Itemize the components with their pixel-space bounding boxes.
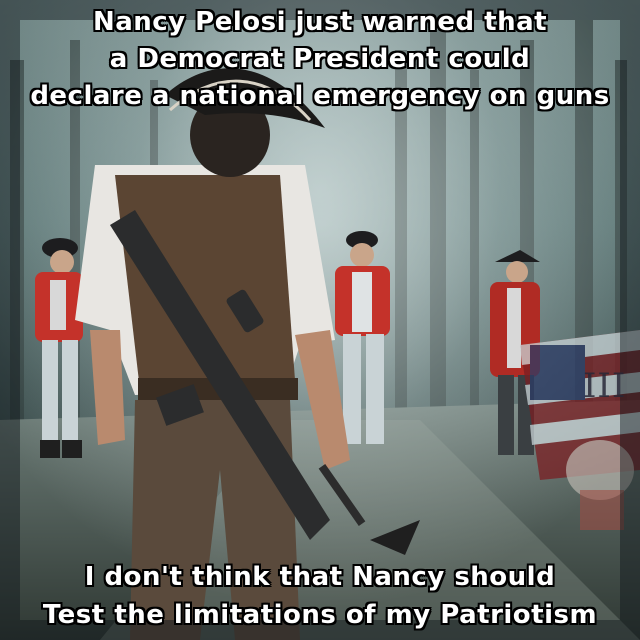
bottom-caption: I don't think that Nancy should Test the… — [0, 558, 640, 634]
bottom-caption-line-1: I don't think that Nancy should — [84, 562, 556, 592]
top-caption-line-1: Nancy Pelosi just warned that — [92, 7, 548, 37]
bottom-caption-line-2: Test the limitations of my Patriotism — [42, 600, 598, 630]
three-percenter-numeral: III — [583, 366, 627, 406]
top-caption-line-3: declare a national emergency on guns — [30, 81, 610, 111]
meme-image: III Nancy Pelosi just warned that a Demo… — [0, 0, 640, 640]
top-caption-line-2: a Democrat President could — [109, 44, 531, 74]
top-caption: Nancy Pelosi just warned that a Democrat… — [0, 4, 640, 115]
